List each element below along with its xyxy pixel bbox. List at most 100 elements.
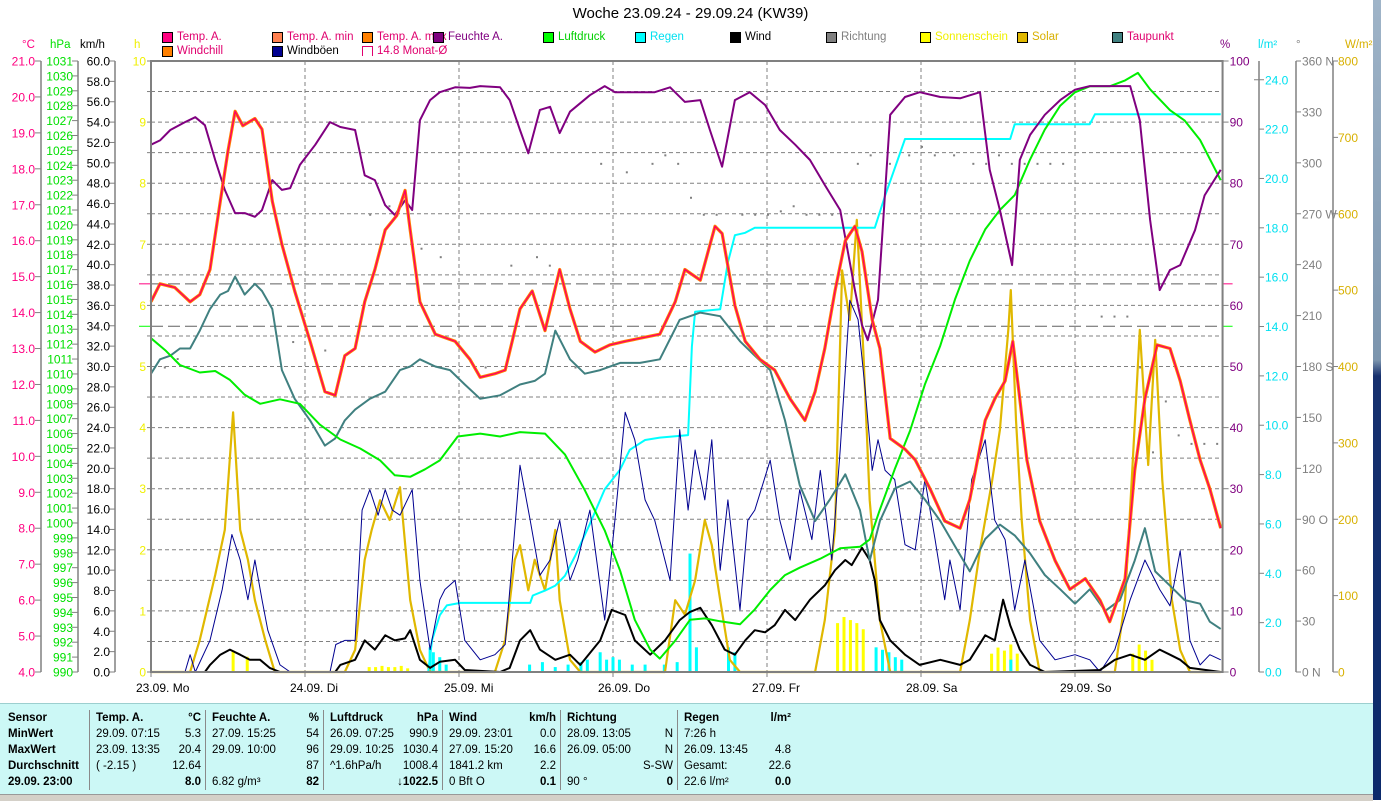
temp-axis-label: 20.0 (12, 90, 36, 104)
cell-value: 990.9 (409, 728, 438, 740)
rain-axis-label: 20.0 (1265, 172, 1289, 186)
wind-axis-label: 26.0 (87, 401, 111, 415)
cell-label: Regen (684, 712, 720, 724)
day-label: 28.09. Sa (906, 681, 958, 695)
legend-item: Luftdruck (543, 31, 605, 43)
humidity-axis-label: 50 (1230, 360, 1244, 374)
legend-item: Richtung (826, 31, 886, 43)
direction-point (1177, 434, 1180, 437)
direction-axis-label: 30 (1302, 615, 1316, 629)
direction-axis-label: 120 (1302, 462, 1322, 476)
cell-label: 29.09. 23:01 (449, 728, 513, 740)
direction-point (818, 213, 821, 216)
pressure-axis-label: 991 (53, 651, 73, 665)
day-label: 23.09. Mo (136, 681, 190, 695)
wind-axis-label: 44.0 (87, 217, 111, 231)
legend-label: Temp. A. min (287, 31, 354, 43)
legend-label: Feuchte A. (448, 31, 503, 43)
wind-axis-label: 2.0 (93, 645, 110, 659)
sunshine-axis-label: 1 (139, 604, 146, 618)
pressure-axis-label: 1009 (46, 382, 73, 396)
summary-cell: ^1.6hPa/h 1008.4 (324, 758, 443, 774)
direction-axis-label: 180 S (1302, 360, 1333, 374)
direction-point (888, 162, 891, 165)
summary-cell: 27.09. 15:25 54 (206, 726, 324, 742)
legend-label: Solar (1032, 31, 1059, 43)
cell-label: 1841.2 km (449, 760, 503, 772)
summary-cell: 6.82 g/m³ 82 (206, 774, 324, 790)
day-label: 26.09. Do (598, 681, 650, 695)
legend-item: Feuchte A. (433, 31, 503, 43)
bar-regen-st-ndlich (694, 647, 698, 672)
cell-value: 96 (306, 744, 319, 756)
pressure-axis-label: 1011 (47, 353, 73, 367)
pressure-axis-label: 1027 (46, 114, 73, 128)
direction-axis-label: 0 N (1302, 666, 1321, 680)
bar-regen-st-ndlich (643, 664, 647, 672)
series-solar (151, 218, 1221, 674)
pressure-axis-label: 996 (53, 576, 73, 590)
cell-value: S-SW (642, 760, 673, 772)
pressure-axis-label: 1018 (46, 248, 73, 262)
summary-column-richtung: Richtung 28.09. 13:05 N 26.09. 05:00 N S-SW 90… (560, 710, 678, 790)
row-label: Sensor (2, 710, 88, 726)
sunshine-axis-label: 4 (139, 421, 146, 435)
rain-axis-label: 18.0 (1265, 221, 1289, 235)
wind-axis-label: 50.0 (87, 156, 111, 170)
legend-swatch (1017, 31, 1028, 43)
cell-label: 23.09. 13:35 (96, 744, 160, 756)
bar-regen-st-ndlich (881, 649, 884, 672)
pressure-axis-label: 994 (53, 606, 73, 620)
direction-point (741, 213, 744, 216)
legend-item: Temp. A. (162, 31, 222, 43)
direction-axis-label: 240 (1302, 258, 1322, 272)
bar-sonnenschein (848, 620, 852, 672)
legend-item: 14.8 Monat-Ø (362, 45, 447, 57)
pressure-axis-label: 1014 (46, 308, 73, 322)
wind-axis-label: 18.0 (87, 482, 111, 496)
pressure-axis-label: 1005 (46, 442, 73, 456)
direction-point (831, 213, 834, 216)
temp-axis-label: 17.0 (12, 198, 36, 212)
legend-swatch (920, 31, 931, 43)
sunshine-axis-label: 2 (139, 543, 146, 557)
pressure-axis-label: 999 (53, 531, 73, 545)
cell-label: ( -2.15 ) (96, 760, 137, 772)
solar-axis-label: 600 (1338, 207, 1358, 221)
legend-label: Wind (745, 31, 772, 43)
legend-label: Taupunkt (1127, 31, 1174, 43)
summary-column-luftdruck: Luftdruck hPa 26.09. 07:25 990.9 29.09. 10:2… (323, 710, 443, 790)
humidity-axis-label: 20 (1230, 543, 1244, 557)
cell-label: Luftdruck (330, 712, 384, 724)
direction-point (292, 341, 295, 344)
direction-axis-label: 90 O (1302, 513, 1328, 527)
cell-label: Temp. A. (96, 712, 144, 724)
pressure-axis-label: 1022 (46, 189, 73, 203)
direction-axis-label: 330 (1302, 105, 1322, 119)
direction-point (1126, 315, 1129, 318)
direction-point (664, 154, 667, 157)
bar-sonnenschein (990, 653, 994, 672)
solar-axis-label: 300 (1338, 436, 1358, 450)
solar-axis-unit: W/m² (1345, 39, 1373, 51)
bar-sonnenschein (1150, 659, 1154, 672)
cell-label: 27.09. 15:25 (212, 728, 276, 740)
direction-axis-label: 360 N (1302, 55, 1334, 69)
rain-axis-label: 8.0 (1265, 468, 1282, 482)
sunshine-axis-label: 8 (139, 177, 146, 191)
cell-label: MaxWert (8, 744, 56, 756)
legend-swatch (162, 31, 173, 43)
column-header: Regen l/m² (678, 710, 796, 726)
temp-axis-label: 11.0 (13, 414, 36, 428)
sunshine-axis-label: 10 (133, 55, 147, 69)
wind-axis-unit: km/h (80, 39, 105, 51)
summary-cell: 28.09. 13:05 N (561, 726, 678, 742)
summary-cell: 23.09. 13:35 20.4 (90, 742, 206, 758)
temp-axis-label: 19.0 (12, 126, 36, 140)
direction-point (1062, 162, 1065, 165)
direction-point (908, 154, 911, 157)
rain-axis-label: 4.0 (1265, 567, 1282, 581)
cell-value: 0 (666, 776, 673, 788)
cell-label: Durchschnitt (8, 760, 79, 772)
bar-regen-st-ndlich (598, 652, 602, 672)
